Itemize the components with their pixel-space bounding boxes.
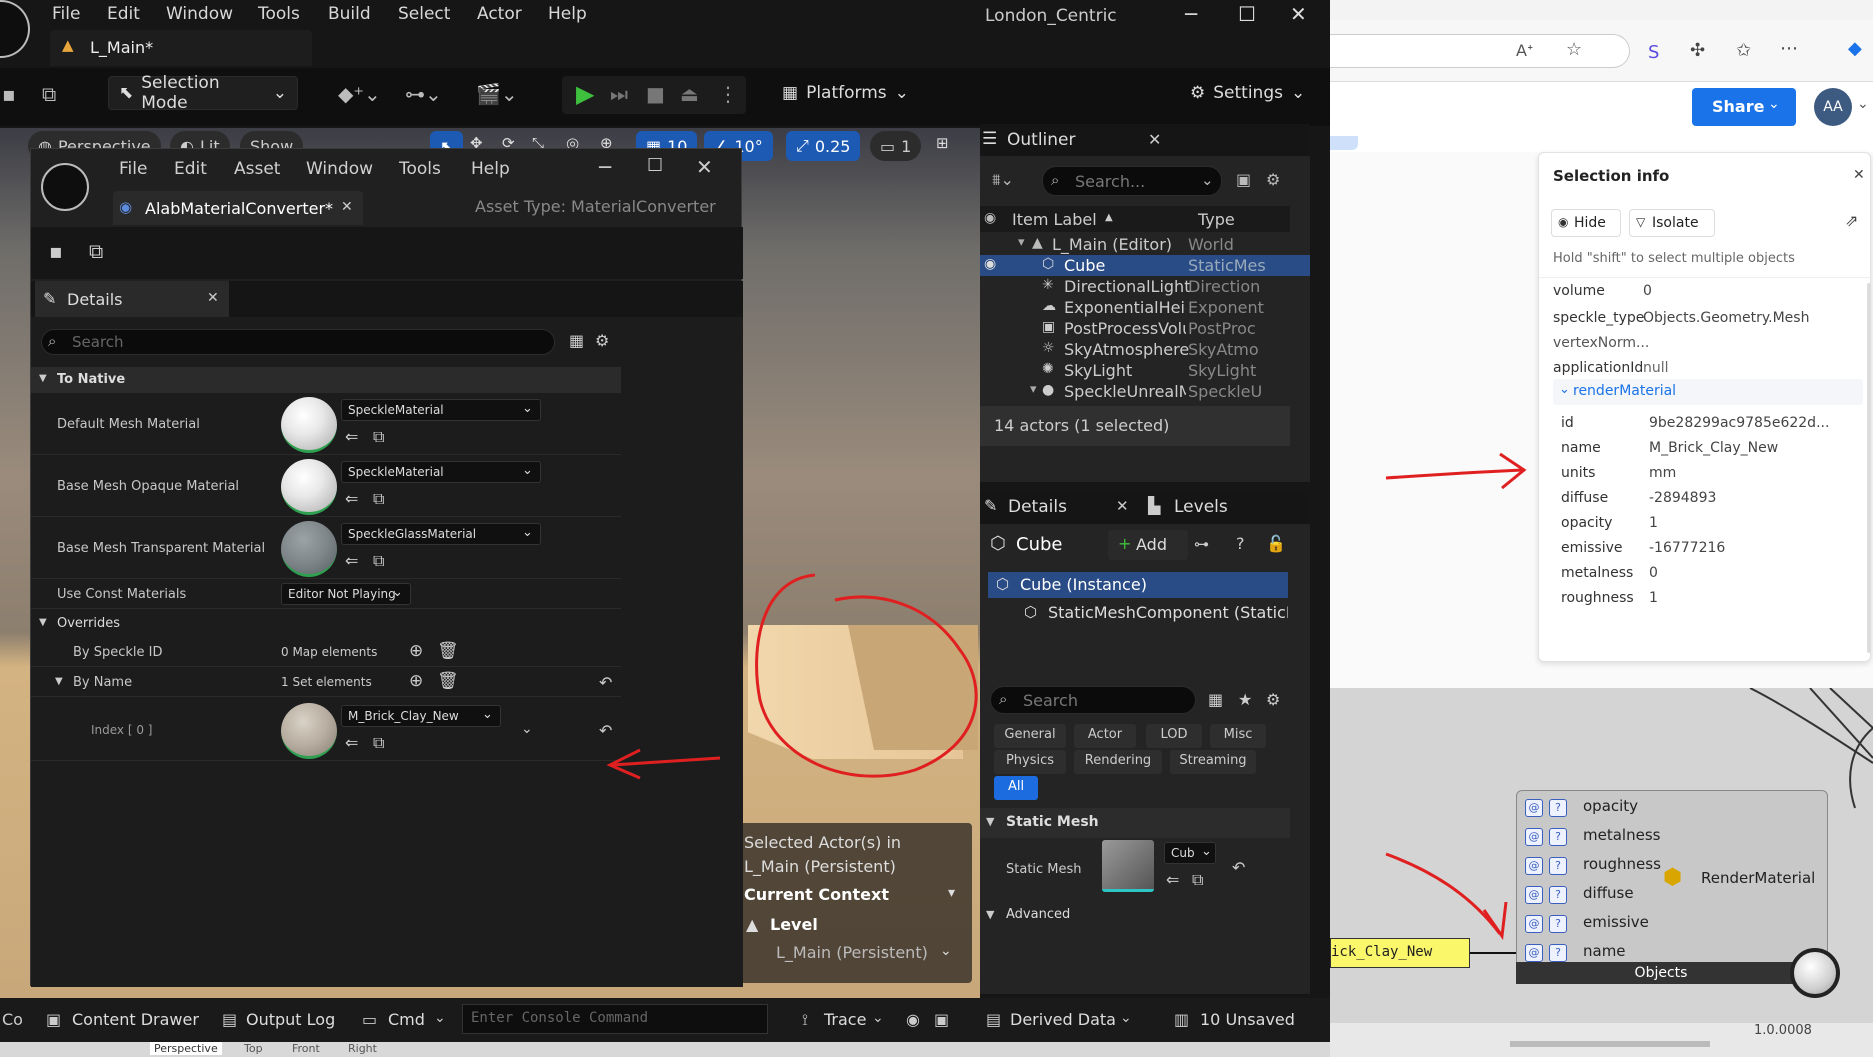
puzzle-icon[interactable]: ✣ [1690,40,1705,61]
kv-key: units [1561,465,1596,481]
scrollbar[interactable] [1867,283,1871,653]
kv-key: metalness [1561,565,1634,581]
kv-key: opacity [1561,515,1613,531]
kv-value: mm [1649,465,1677,481]
selection-info-panel: Selection info ✕ ◉ Hide ▽ Isolate ⇗ Hold… [1538,152,1872,662]
gh-port-emissive[interactable]: emissive [1583,913,1649,931]
kv-value: null [1643,360,1669,376]
browser-title-strip [1330,0,1873,20]
read-aloud-icon[interactable]: Aᐩ [1516,41,1533,60]
group-title: renderMaterial [1573,383,1677,399]
share-button[interactable]: Share ⌄ [1692,88,1796,126]
favorite-icon[interactable]: ☆ [1566,39,1582,60]
gh-component-footer: Objects [1516,962,1806,984]
eye-icon: ◉ [1558,215,1569,229]
extension-icon[interactable]: S [1648,42,1659,63]
gh-port-name[interactable]: name [1583,942,1626,960]
kv-value: Objects.Geometry.Mesh [1643,310,1810,326]
selection-highlight [1330,136,1358,150]
filter-icon: ▽ [1636,215,1646,229]
gh-version: 1.0.0008 [1754,1023,1812,1038]
favorites-bar-icon[interactable]: ✩ [1736,40,1751,61]
gh-statusbar: 1.0.0008 [1330,1023,1873,1057]
address-bar[interactable]: Aᐩ ☆ [1330,34,1630,68]
open-external-icon[interactable]: ⇗ [1845,211,1858,230]
kv-key: volume [1553,283,1605,299]
hide-label: Hide [1574,215,1606,231]
shift-hint: Hold "shift" to select multiple objects [1553,251,1795,266]
kv-value: M_Brick_Clay_New [1649,440,1779,456]
kv-key: applicationId [1553,360,1644,376]
isolate-label: Isolate [1652,215,1699,231]
chevron-down-icon: ⌄ [1768,96,1780,112]
divider [1539,277,1872,278]
kv-key[interactable]: vertexNorm... [1553,335,1649,351]
hide-button[interactable]: ◉ Hide [1551,209,1621,237]
annotation-arrow-gh [1385,852,1508,941]
kv-key: id [1561,415,1574,431]
copilot-icon[interactable]: ◆ [1848,38,1862,59]
kv-key: roughness [1561,590,1634,606]
gh-radial-menu-icon[interactable] [1790,948,1840,998]
gh-port-opacity[interactable]: opacity [1583,797,1638,815]
speckle-header: Share ⌄ AA ⌄ [1330,82,1873,152]
kv-value: 0 [1649,565,1658,581]
gh-help-icon: ? [1549,944,1567,962]
kv-key: diffuse [1561,490,1609,506]
speckle-cube-icon: ⬢ [1663,865,1683,890]
kv-value: 0 [1643,283,1652,299]
share-label: Share [1712,97,1765,116]
kv-value: -16777216 [1649,540,1726,556]
annotation-arrow-right [1385,452,1527,490]
close-icon[interactable]: ✕ [1853,167,1865,183]
kv-value: 1 [1649,515,1658,531]
gh-render-material-component[interactable]: @ @ @ @ @ @ ? ? ? ? ? ? opacity metalnes… [1516,790,1828,980]
browser-toolbar: Aᐩ ☆ S ✣ ✩ ⋯ ◆ [1330,20,1873,82]
gh-port-diffuse[interactable]: diffuse [1583,884,1634,902]
gh-component-name: RenderMaterial [1701,869,1816,887]
annotation-arrow-left [606,748,721,780]
gh-help-icon: ? [1549,828,1567,846]
kv-value: 1 [1649,590,1658,606]
kv-key: speckle_type [1553,310,1645,326]
render-material-group[interactable]: ⌄ renderMaterial [1553,379,1863,405]
more-icon[interactable]: ⋯ [1780,38,1798,59]
gh-help-icon: ? [1549,799,1567,817]
kv-value: 9be28299ac9785e622d... [1649,415,1830,431]
kv-key: name [1561,440,1601,456]
avatar[interactable]: AA [1814,88,1852,126]
chevron-down-icon: ⌄ [1559,382,1570,397]
gh-port-roughness[interactable]: roughness [1583,855,1661,873]
isolate-button[interactable]: ▽ Isolate [1629,209,1715,237]
chevron-down-icon[interactable]: ⌄ [1857,96,1869,112]
kv-value: -2894893 [1649,490,1717,506]
gh-port-metalness[interactable]: metalness [1583,826,1660,844]
gh-help-icon: ? [1549,857,1567,875]
selection-info-title: Selection info [1553,167,1670,185]
gh-scrollbar[interactable] [1510,1041,1710,1047]
gh-port-icon: @ [1525,799,1543,817]
gh-port-help-icons: ? ? ? ? ? ? [1549,795,1573,965]
kv-key: emissive [1561,540,1623,556]
gh-help-icon: ? [1549,886,1567,904]
gh-help-icon: ? [1549,915,1567,933]
